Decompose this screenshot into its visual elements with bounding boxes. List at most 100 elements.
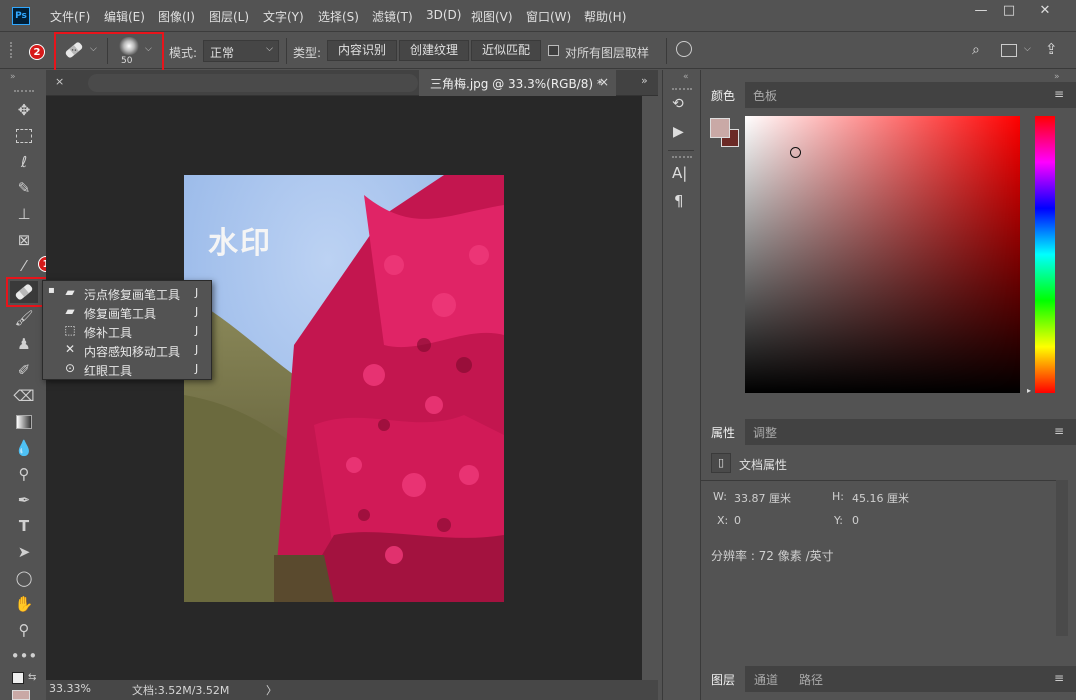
dodge-tool-icon[interactable]: ⚲ [8, 462, 40, 486]
move-tool-icon[interactable]: ✥ [8, 98, 40, 122]
history-brush-tool-icon[interactable]: ✐ [8, 358, 40, 382]
tab-properties[interactable]: 属性 [701, 419, 745, 445]
tab-color[interactable]: 颜色 [701, 82, 745, 108]
document-tab-close-icon[interactable]: × [599, 75, 609, 89]
flyout-item-red-eye[interactable]: ⊙ 红眼工具 J [43, 360, 211, 379]
menu-image[interactable]: 图像(I) [158, 8, 195, 25]
type-content-aware-button[interactable]: 内容识别 [327, 40, 397, 61]
tab-swatches[interactable]: 色板 [753, 87, 777, 104]
preset-chevron-down-icon[interactable]: ⌵ [90, 44, 97, 54]
workspace-chevron-down-icon[interactable]: ⌵ [1024, 44, 1031, 54]
zoom-tool-icon[interactable]: ⚲ [8, 618, 40, 642]
tab-close-icon[interactable]: × [55, 75, 64, 88]
brush-chevron-down-icon[interactable]: ⌵ [145, 44, 152, 54]
panel-expand-icon[interactable]: » [641, 74, 648, 87]
menu-window[interactable]: 窗口(W) [526, 8, 571, 25]
tab-paths[interactable]: 路径 [799, 671, 823, 688]
mode-select[interactable]: 正常 ⌵ [203, 40, 279, 62]
flyout-item-shortcut: J [195, 324, 199, 337]
type-label: 类型: [293, 46, 322, 60]
x-value[interactable]: 0 [734, 514, 741, 527]
panel-menu-icon[interactable]: ≡ [1054, 671, 1064, 685]
type-create-texture-button[interactable]: 创建纹理 [399, 40, 469, 61]
panel-menu-icon[interactable]: ≡ [1054, 424, 1064, 438]
flyout-item-patch[interactable]: ⬚ 修补工具 J [43, 322, 211, 341]
menu-view[interactable]: 视图(V) [471, 8, 513, 25]
type-proximity-match-button[interactable]: 近似匹配 [471, 40, 541, 61]
minimize-button[interactable]: — [967, 2, 995, 20]
tab-layers[interactable]: 图层 [701, 666, 745, 692]
blur-tool-icon[interactable]: 💧 [8, 436, 40, 460]
status-menu-arrow[interactable]: 〉 [266, 682, 277, 698]
zoom-level[interactable]: 33.33% [49, 682, 91, 695]
panel-menu-icon[interactable]: ≡ [1054, 87, 1064, 101]
character-panel-icon[interactable]: A| [672, 164, 687, 182]
hue-slider[interactable] [1035, 116, 1055, 393]
close-button[interactable]: ✕ [1031, 2, 1059, 20]
more-tools-icon[interactable]: ••• [8, 644, 40, 668]
search-icon[interactable]: ⌕ [972, 42, 980, 58]
patch-icon: ⬚ [64, 323, 76, 337]
menu-select[interactable]: 选择(S) [318, 8, 359, 25]
flyout-item-content-aware-move[interactable]: ✕ 内容感知移动工具 J [43, 341, 211, 360]
history-panel-icon[interactable]: ⟲ [672, 96, 684, 112]
brush-size-value[interactable]: 50 [121, 56, 132, 66]
gradient-tool-icon[interactable] [8, 410, 40, 434]
menu-3d[interactable]: 3D(D) [426, 8, 461, 22]
hue-slider-handle[interactable]: ▸ [1027, 386, 1031, 395]
share-icon[interactable]: ⇪ [1045, 40, 1058, 58]
type-tool-icon[interactable]: T [8, 514, 40, 538]
paragraph-panel-icon[interactable]: ¶ [674, 192, 684, 210]
pressure-icon[interactable] [676, 41, 692, 57]
toolbar-collapse-icon[interactable]: » [10, 72, 16, 82]
default-colors-icon[interactable] [12, 672, 24, 684]
y-value[interactable]: 0 [852, 514, 859, 527]
hand-tool-icon[interactable]: ✋ [8, 592, 40, 616]
menu-layer[interactable]: 图层(L) [209, 8, 249, 25]
frame-tool-icon[interactable]: ⊠ [8, 228, 40, 252]
height-value[interactable]: 45.16 厘米 [852, 490, 909, 506]
menu-file[interactable]: 文件(F) [50, 8, 90, 25]
document-tab-title[interactable]: 三角梅.jpg @ 33.3%(RGB/8) * [430, 75, 603, 92]
eraser-tool-icon[interactable]: ⌫ [8, 384, 40, 408]
workspace-icon[interactable] [1001, 44, 1017, 57]
actions-panel-icon[interactable]: ▶ [673, 124, 684, 140]
menu-type[interactable]: 文字(Y) [263, 8, 304, 25]
crop-tool-icon[interactable]: ⊥ [8, 202, 40, 226]
color-picker-field[interactable] [745, 116, 1020, 393]
flyout-item-label: 内容感知移动工具 [84, 345, 181, 359]
path-selection-tool-icon[interactable]: ➤ [8, 540, 40, 564]
menu-help[interactable]: 帮助(H) [584, 8, 626, 25]
spot-healing-brush-tool[interactable] [10, 281, 38, 303]
brush-tool-icon[interactable]: 🖌 [8, 306, 40, 330]
eyedropper-tool-icon[interactable]: ⁄ [8, 254, 40, 278]
vertical-scrollbar[interactable] [642, 96, 658, 680]
menu-edit[interactable]: 编辑(E) [104, 8, 145, 25]
content-aware-move-icon: ✕ [64, 342, 76, 356]
lasso-tool-icon[interactable]: ℓ [8, 150, 40, 174]
sample-all-layers-label: 对所有图层取样 [565, 46, 650, 60]
mode-select-value: 正常 [210, 46, 235, 60]
marquee-tool-icon[interactable] [8, 124, 40, 148]
pen-tool-icon[interactable]: ✒ [8, 488, 40, 512]
spot-healing-brush-preset-icon[interactable] [62, 40, 86, 60]
foreground-color-swatch[interactable] [710, 118, 730, 138]
maximize-button[interactable]: □ [995, 2, 1023, 20]
clone-stamp-tool-icon[interactable]: ♟ [8, 332, 40, 356]
tab-channels[interactable]: 通道 [754, 671, 778, 688]
sample-all-layers-checkbox[interactable] [548, 45, 559, 56]
tab-adjustments[interactable]: 调整 [753, 424, 777, 441]
menu-filter[interactable]: 滤镜(T) [372, 8, 413, 25]
flyout-item-healing-brush[interactable]: ▰ 修复画笔工具 J [43, 303, 211, 322]
quick-selection-tool-icon[interactable]: ✎ [8, 176, 40, 200]
swap-colors-icon[interactable]: ⇆ [28, 672, 36, 683]
brush-tip-icon[interactable] [118, 37, 140, 55]
width-value[interactable]: 33.87 厘米 [734, 490, 791, 506]
foreground-color-swatch-small[interactable] [12, 690, 30, 700]
flyout-item-spot-healing[interactable]: ▪ ▰ 污点修复画笔工具 J [43, 284, 211, 303]
properties-scrollbar[interactable] [1056, 480, 1068, 636]
ellipse-tool-icon[interactable]: ◯ [8, 566, 40, 590]
dock-collapse-icon[interactable]: » [1054, 72, 1060, 82]
collapsed-panel-expand-icon[interactable]: « [683, 72, 689, 82]
color-picker-cursor[interactable] [790, 147, 801, 158]
